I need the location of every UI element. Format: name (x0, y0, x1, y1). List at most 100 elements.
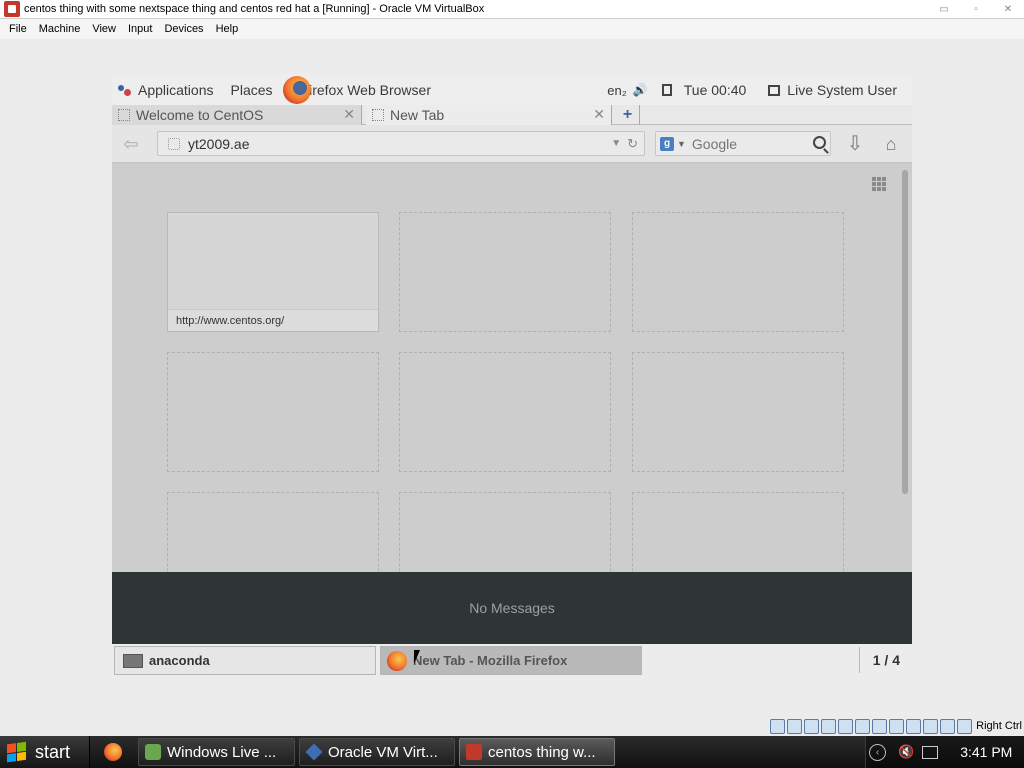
search-box[interactable]: g ▼ (655, 131, 831, 156)
window-list-label: New Tab - Mozilla Firefox (413, 653, 568, 668)
volume-icon[interactable]: 🔊 (633, 83, 648, 97)
host-key-label: Right Ctrl (976, 720, 1022, 732)
keyboard-layout-indicator[interactable]: en₂ (607, 83, 627, 98)
applications-menu[interactable]: Applications (138, 82, 214, 98)
taskbar-item-label: centos thing w... (488, 743, 596, 761)
shared-folders-icon[interactable] (855, 718, 871, 734)
tab-close-icon[interactable]: ✕ (593, 106, 605, 123)
network-icon[interactable] (821, 718, 837, 734)
volume-muted-icon[interactable]: 🔇 (898, 744, 914, 760)
gnome-window-list: anaconda New Tab - Mozilla Firefox 1 / 4 (112, 644, 912, 677)
power-icon[interactable] (661, 84, 672, 96)
virtualbox-menubar: File Machine View Input Devices Help (0, 19, 1024, 39)
empty-tile (399, 352, 611, 472)
tab-label: New Tab (390, 107, 445, 123)
search-icon[interactable] (813, 136, 826, 149)
menu-file[interactable]: File (3, 23, 33, 35)
system-tray: ‹ 🔇 3:41 PM (865, 736, 1024, 768)
site-tile-url: http://www.centos.org/ (168, 309, 378, 331)
taskbar-item-virtualbox[interactable]: Oracle VM Virt... (299, 738, 455, 766)
display-icon[interactable] (872, 718, 888, 734)
menu-help[interactable]: Help (210, 23, 245, 35)
anaconda-window-icon (123, 653, 143, 668)
taskbar-item-windows-live[interactable]: Windows Live ... (138, 738, 295, 766)
applications-icon (118, 83, 132, 97)
page-favicon-icon (118, 109, 130, 121)
windows-live-icon (145, 744, 161, 760)
virtualbox-status-bar: Right Ctrl (770, 716, 1024, 736)
taskbar-item-label: Windows Live ... (167, 743, 277, 761)
close-button[interactable]: ✕ (992, 0, 1024, 18)
firefox-icon (281, 75, 321, 105)
system-clock[interactable]: 3:41 PM (960, 744, 1012, 760)
usb-icon[interactable] (838, 718, 854, 734)
tab-label: Welcome to CentOS (136, 107, 264, 123)
network-status-icon[interactable] (922, 745, 939, 759)
new-tab-button[interactable]: + (616, 105, 640, 125)
new-tab-page: http://www.centos.org/ (112, 164, 912, 612)
menu-machine[interactable]: Machine (33, 23, 87, 35)
windows-logo-icon (7, 741, 27, 763)
tab-welcome-centos[interactable]: Welcome to CentOS ✕ (112, 105, 362, 125)
empty-tile (632, 212, 844, 332)
empty-tile (167, 352, 379, 472)
mouse-cursor-icon (414, 650, 420, 664)
audio-icon[interactable] (804, 718, 820, 734)
reload-icon[interactable]: ↻ (627, 136, 638, 152)
home-icon[interactable]: ⌂ (880, 133, 902, 155)
url-text[interactable]: yt2009.ae (188, 136, 611, 152)
firefox-quicklaunch-icon[interactable] (104, 743, 122, 761)
menu-input[interactable]: Input (122, 23, 158, 35)
download-icon[interactable]: ⇩ (845, 133, 865, 155)
menu-devices[interactable]: Devices (158, 23, 209, 35)
search-input[interactable] (691, 135, 802, 152)
clock[interactable]: Tue 00:40 (684, 82, 747, 98)
window-controls: ▭ ▫ ✕ (928, 0, 1024, 18)
user-menu[interactable]: Live System User (787, 82, 897, 98)
site-identity-icon[interactable] (168, 137, 180, 150)
tab-close-icon[interactable]: ✕ (343, 106, 355, 123)
menu-view[interactable]: View (86, 23, 122, 35)
keyboard-capture-icon[interactable] (957, 718, 973, 734)
window-list-label: anaconda (149, 653, 210, 668)
guest-additions-icon[interactable] (906, 718, 922, 734)
divider (859, 647, 860, 673)
back-button[interactable]: ⇦ (120, 133, 142, 155)
mouse-integration-icon[interactable] (940, 718, 956, 734)
message-tray: No Messages (112, 572, 912, 644)
hard-disk-icon[interactable] (770, 718, 786, 734)
scrollbar-thumb[interactable] (902, 170, 908, 494)
taskbar-item-centos-vm[interactable]: centos thing w... (459, 738, 615, 766)
search-engine-icon[interactable]: g (660, 136, 674, 151)
navigation-toolbar: ⇦ yt2009.ae ▼ ↻ g ▼ ⇩ ⌂ (112, 125, 912, 163)
url-history-dropdown-icon[interactable]: ▼ (611, 138, 621, 149)
search-engine-dropdown-icon[interactable]: ▼ (677, 139, 686, 149)
places-menu[interactable]: Places (231, 82, 273, 98)
start-label: start (35, 741, 71, 762)
window-title: centos thing with some nextspace thing a… (24, 3, 485, 15)
taskbar-item-label: Oracle VM Virt... (328, 743, 438, 761)
minimize-button[interactable]: ▭ (928, 0, 960, 18)
start-button[interactable]: start (0, 736, 90, 768)
url-bar[interactable]: yt2009.ae ▼ ↻ (157, 131, 645, 156)
show-hidden-icons-button[interactable]: ‹ (869, 743, 886, 761)
maximize-button[interactable]: ▫ (960, 0, 992, 18)
workspace-indicator[interactable]: 1 / 4 (873, 652, 900, 668)
guest-screen[interactable]: Applications Places Firefox Web Browser … (112, 75, 912, 677)
vm-window-icon (466, 744, 482, 760)
tab-new-tab[interactable]: New Tab ✕ (366, 105, 612, 125)
virtualbox-icon (305, 743, 323, 761)
site-tile[interactable]: http://www.centos.org/ (167, 212, 379, 332)
window-list-item-anaconda[interactable]: anaconda (114, 646, 376, 675)
tab-strip: Welcome to CentOS ✕ New Tab ✕ + (112, 105, 912, 125)
empty-tile (399, 212, 611, 332)
vertical-scrollbar[interactable] (900, 166, 910, 570)
video-capture-icon[interactable] (889, 718, 905, 734)
chat-icon (768, 84, 781, 96)
virtualbox-title-bar[interactable]: centos thing with some nextspace thing a… (0, 0, 1024, 19)
new-tab-grid-toggle-icon[interactable] (872, 177, 886, 191)
virtualization-icon[interactable] (923, 718, 939, 734)
virtualbox-app-icon (4, 1, 20, 17)
optical-drive-icon[interactable] (787, 718, 803, 734)
page-favicon-icon (372, 109, 384, 121)
